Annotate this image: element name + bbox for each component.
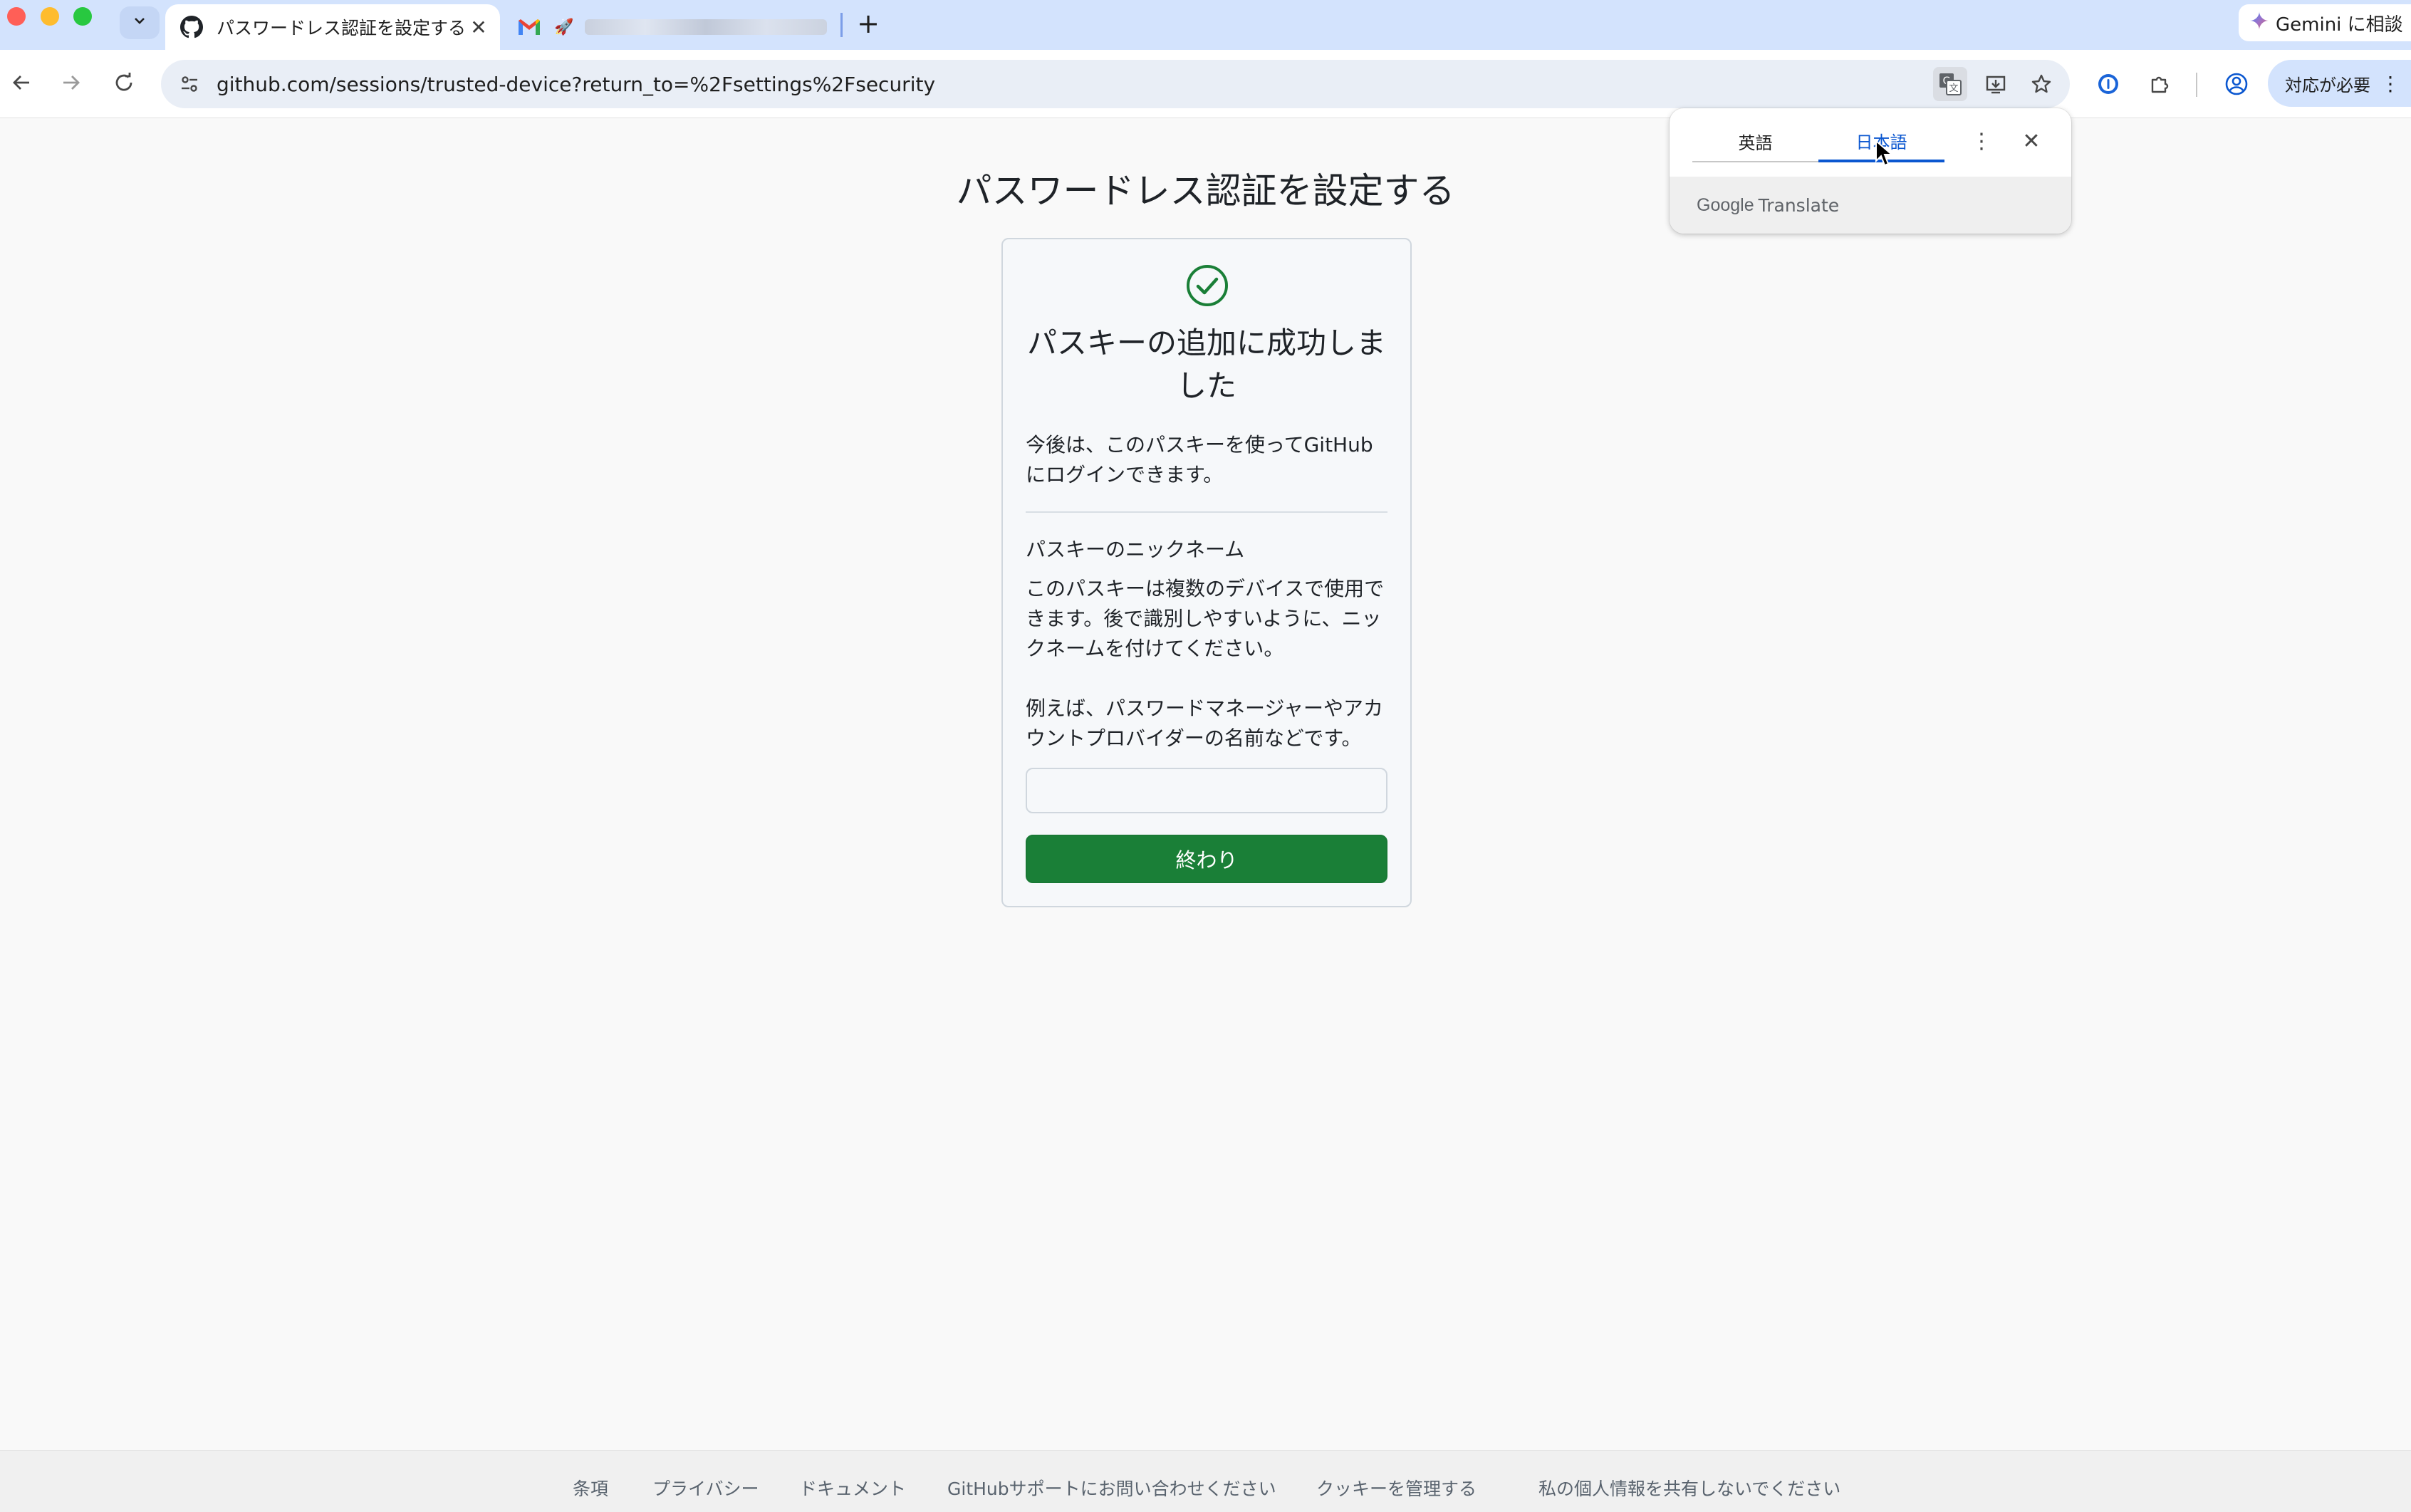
profile-icon[interactable] xyxy=(2219,67,2254,101)
tab-search-button[interactable] xyxy=(120,6,160,39)
close-window-button[interactable] xyxy=(7,7,26,26)
nickname-input[interactable] xyxy=(1026,768,1387,813)
arrow-left-icon xyxy=(11,72,32,96)
update-label: 対応が必要 xyxy=(2285,75,2370,95)
maximize-window-button[interactable] xyxy=(73,7,92,26)
translate-source-language-tab[interactable]: 英語 xyxy=(1692,121,1818,162)
password-manager-extension-icon[interactable] xyxy=(2091,67,2125,101)
translate-icon[interactable]: G 文 xyxy=(1933,67,1967,101)
gmail-icon xyxy=(517,15,541,39)
divider xyxy=(1026,511,1387,513)
close-icon[interactable]: ✕ xyxy=(464,13,493,41)
site-info-icon[interactable] xyxy=(165,60,214,108)
toolbar-separator xyxy=(2196,73,2197,97)
more-vert-icon: ⋮ xyxy=(2380,71,2400,95)
nickname-example-text: 例えば、パスワードマネージャーやアカウントプロバイダーの名前などです。 xyxy=(1026,697,1384,750)
tab-title: パスワードレス認証を設定する xyxy=(217,18,464,38)
github-icon xyxy=(179,15,204,39)
close-icon[interactable]: ✕ xyxy=(2017,127,2046,155)
more-vert-icon[interactable]: ⋮ xyxy=(1967,127,1996,155)
footer-link-terms[interactable]: 条項 xyxy=(573,1475,608,1501)
footer-link-docs[interactable]: ドキュメント xyxy=(799,1475,906,1501)
gemini-icon xyxy=(2250,11,2269,35)
tab-github[interactable]: パスワードレス認証を設定する ✕ xyxy=(165,4,500,50)
nickname-help-text: このパスキーは複数のデバイスで使用できます。後で識別しやすいように、ニックネーム… xyxy=(1026,577,1385,660)
extensions-puzzle-icon[interactable] xyxy=(2142,67,2177,101)
reload-button[interactable] xyxy=(107,67,141,101)
tab-strip: パスワードレス認証を設定する ✕ 🚀 + Gemini に相談 xyxy=(0,0,2411,50)
chevron-down-icon xyxy=(132,13,147,33)
tab-separator xyxy=(840,13,843,37)
redacted-tab-title xyxy=(585,19,828,35)
bookmark-star-icon[interactable] xyxy=(2024,67,2058,101)
back-button[interactable] xyxy=(4,67,38,101)
reload-icon xyxy=(113,72,135,96)
tab-gmail[interactable]: 🚀 xyxy=(511,4,839,50)
nickname-label: パスキーのニックネーム xyxy=(1026,538,1245,561)
address-bar[interactable]: github.com/sessions/trusted-device?retur… xyxy=(161,60,2070,108)
arrow-right-icon xyxy=(61,72,82,96)
new-tab-button[interactable]: + xyxy=(852,7,885,40)
svg-text:文: 文 xyxy=(1949,83,1958,94)
page-title: パスワードレス認証を設定する xyxy=(956,170,1455,212)
footer-link-do-not-share[interactable]: 私の個人情報を共有しないでください xyxy=(1538,1475,1840,1501)
footer-link-manage-cookies[interactable]: クッキーを管理する xyxy=(1316,1475,1477,1501)
rocket-icon: 🚀 xyxy=(554,18,574,36)
check-circle-icon xyxy=(1187,265,1228,306)
footer-link-privacy[interactable]: プライバシー xyxy=(652,1475,759,1501)
success-heading: パスキーの追加に成功しました xyxy=(1026,325,1386,403)
done-button[interactable]: 終わり xyxy=(1026,835,1387,883)
forward-button[interactable] xyxy=(54,67,88,101)
translate-language-tabs: 英語 日本語 xyxy=(1692,121,1944,162)
footer-link-support[interactable]: GitHubサポートにお問い合わせください xyxy=(947,1475,1276,1501)
url-text: github.com/sessions/trusted-device?retur… xyxy=(217,72,936,96)
update-required-button[interactable]: 対応が必要 ⋮ xyxy=(2268,60,2411,107)
page-footer: 条項 プライバシー ドキュメント GitHubサポートにお問い合わせください ク… xyxy=(0,1450,2411,1512)
gemini-button[interactable]: Gemini に相談 xyxy=(2239,4,2411,41)
gemini-label: Gemini に相談 xyxy=(2276,14,2403,36)
install-app-icon[interactable] xyxy=(1979,67,2013,101)
minimize-window-button[interactable] xyxy=(41,7,59,26)
success-description: 今後は、このパスキーを使ってGitHubにログインできます。 xyxy=(1026,433,1373,486)
passkey-success-card: パスキーの追加に成功しました 今後は、このパスキーを使ってGitHubにログイン… xyxy=(1001,238,1412,907)
